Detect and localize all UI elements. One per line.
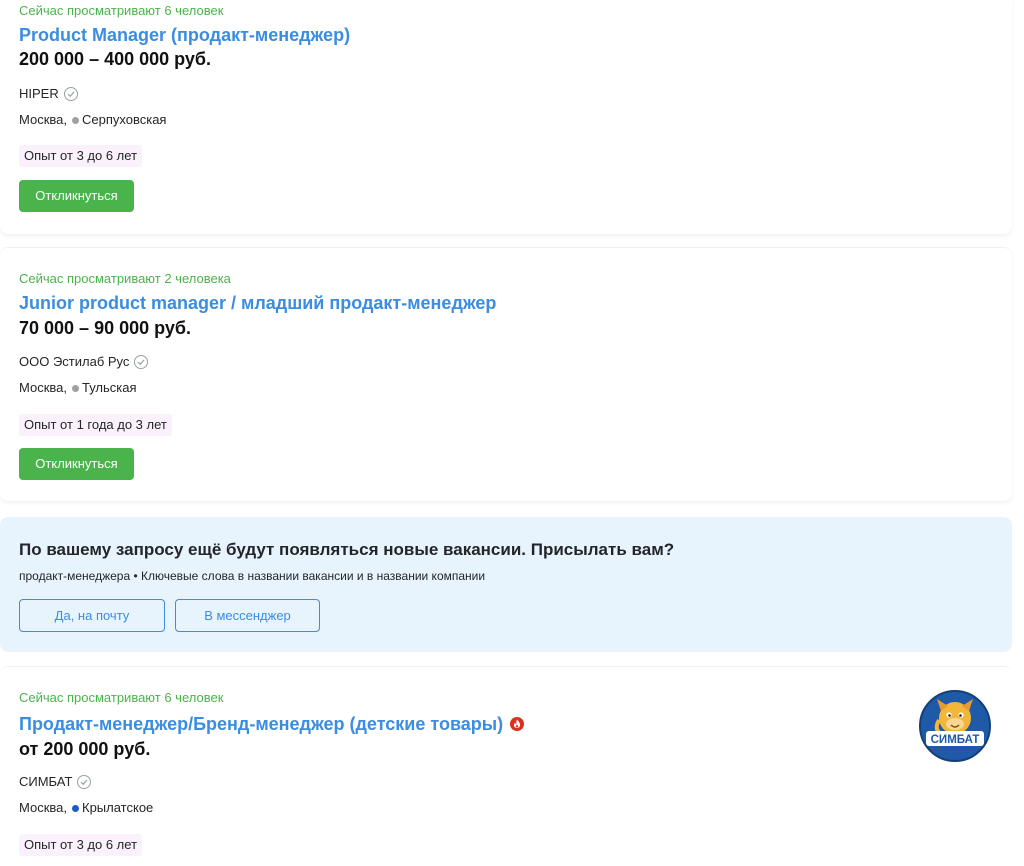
employer: HIPER: [19, 85, 79, 103]
subscribe-email-button[interactable]: Да, на почту: [19, 599, 165, 632]
experience-badge: Опыт от 3 до 6 лет: [19, 145, 143, 167]
vacancy-search-results: Сейчас просматривают 6 человек Product M…: [0, 0, 1024, 866]
verified-check-icon: [63, 87, 78, 101]
employer: ООО Эстилаб Рус: [19, 353, 149, 371]
logo-text: СИМБАТ: [931, 734, 980, 746]
employer-name-link[interactable]: ООО Эстилаб Рус: [19, 353, 129, 371]
employer-logo[interactable]: СИМБАТ: [918, 689, 992, 763]
apply-button[interactable]: Откликнуться: [19, 448, 134, 480]
verified-check-icon: [134, 355, 149, 369]
vacancy-location: Москва, Крылатское: [19, 800, 153, 816]
viewers-count: Сейчас просматривают 2 человека: [19, 271, 231, 286]
experience-badge: Опыт от 1 года до 3 лет: [19, 414, 172, 436]
vacancy-salary: 70 000 – 90 000 руб.: [19, 318, 192, 338]
city: Москва,: [19, 380, 67, 395]
employer-name-link[interactable]: HIPER: [19, 85, 59, 103]
vacancy-location: Москва, Тульская: [19, 380, 137, 396]
vacancy-card: Сейчас просматривают 6 человек Product M…: [0, 0, 1012, 234]
metro-line-dot-icon: [72, 804, 79, 812]
vacancy-card: Сейчас просматривают 2 человека Junior p…: [0, 247, 1012, 501]
verified-check-icon: [77, 775, 92, 789]
vacancy-salary: 200 000 – 400 000 руб.: [19, 49, 212, 69]
metro-station: Крылатское: [82, 800, 154, 815]
vacancy-title-link[interactable]: Junior product manager / младший продакт…: [19, 292, 496, 314]
vacancy-title-row: Продакт-менеджер/Бренд-менеджер (детские…: [19, 713, 525, 735]
vacancy-salary: от 200 000 руб.: [19, 739, 151, 759]
subscribe-title: По вашему запросу ещё будут появляться н…: [19, 540, 675, 559]
employer-name-link[interactable]: СИМБАТ: [19, 773, 72, 791]
subscribe-banner: По вашему запросу ещё будут появляться н…: [0, 517, 1012, 652]
subscribe-description: продакт-менеджера • Ключевые слова в наз…: [19, 569, 486, 583]
viewers-count: Сейчас просматривают 6 человек: [19, 690, 224, 705]
city: Москва,: [19, 112, 67, 127]
city: Москва,: [19, 800, 67, 815]
vacancy-title-link[interactable]: Продакт-менеджер/Бренд-менеджер (детские…: [19, 714, 503, 734]
apply-button[interactable]: Откликнуться: [19, 180, 134, 212]
viewers-count: Сейчас просматривают 6 человек: [19, 3, 224, 18]
subscribe-messenger-button[interactable]: В мессенджер: [175, 599, 320, 632]
vacancy-location: Москва, Серпуховская: [19, 112, 166, 128]
metro-station: Тульская: [82, 380, 137, 395]
metro-line-dot-icon: [72, 116, 79, 124]
employer: СИМБАТ: [19, 773, 92, 791]
vacancy-title-link[interactable]: Product Manager (продакт-менеджер): [19, 24, 350, 46]
metro-line-dot-icon: [72, 384, 79, 392]
metro-station: Серпуховская: [82, 112, 167, 127]
fire-icon: [510, 717, 525, 731]
vacancy-card: Сейчас просматривают 6 человек Продакт-м…: [0, 666, 1012, 866]
